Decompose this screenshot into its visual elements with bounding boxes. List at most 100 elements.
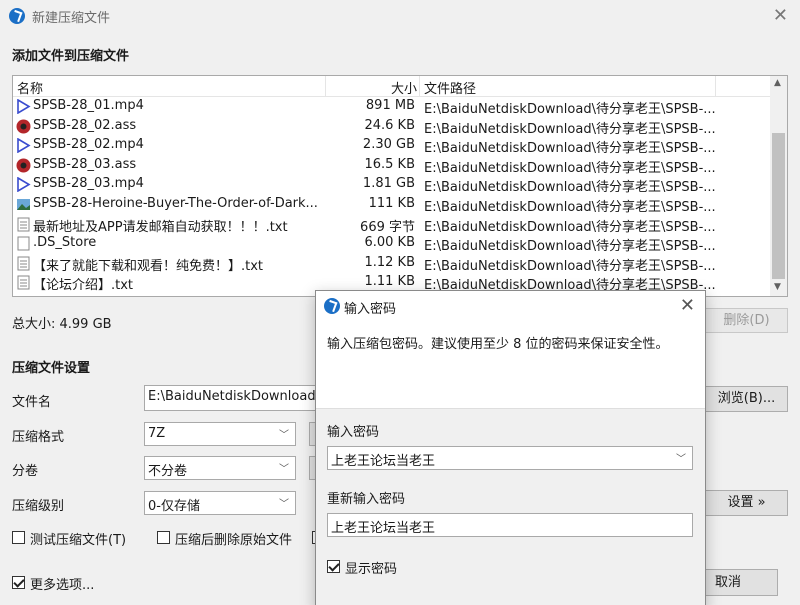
scroll-up-arrow-icon[interactable]: ▲ — [774, 78, 781, 88]
file-row[interactable]: SPSB-28_02.ass 24.6 KB E:\BaiduNetdiskDown… — [13, 117, 771, 137]
chevron-down-icon: ﹀ — [279, 464, 289, 475]
column-divider[interactable] — [325, 76, 326, 97]
password-field[interactable]: 上老王论坛当老王 ﹀ — [327, 446, 693, 470]
more-options-label: 更多选项... — [30, 578, 95, 593]
window-title: 新建压缩文件 — [32, 11, 111, 26]
file-name: SPSB-28-Heroine-Buyer-The-Order-of-Dark.… — [33, 196, 318, 211]
dialog-description-area: 输入压缩包密码。建议使用至少 8 位的密码来保证安全性。 — [316, 321, 705, 409]
file-path: E:\BaiduNetdiskDownload\待分享老王\SPSB-... — [424, 239, 716, 255]
confirm-password-field[interactable]: 上老王论坛当老王 — [327, 513, 693, 537]
volume-label: 分卷 — [12, 464, 39, 479]
file-size: 16.5 KB — [364, 156, 415, 172]
dialog-form: 输入密码 上老王论坛当老王 ﹀ 重新输入密码 上老王论坛当老王 显示密码 — [316, 409, 705, 605]
password-value: 上老王论坛当老王 — [331, 454, 436, 469]
settings-section-title: 压缩文件设置 — [12, 361, 91, 376]
window-close-button[interactable]: ✕ — [773, 5, 788, 26]
format-label: 压缩格式 — [12, 430, 65, 445]
file-name: SPSB-28_02.ass — [33, 117, 137, 133]
password-dialog: 输入密码 ✕ 输入压缩包密码。建议使用至少 8 位的密码来保证安全性。 输入密码… — [315, 290, 706, 605]
file-row[interactable]: 【来了就能下载和观看！纯免费！】.txt 1.12 KB E:\BaiduNetdi… — [13, 254, 771, 274]
file-path: E:\BaiduNetdiskDownload\待分享老王\SPSB-... — [424, 141, 716, 157]
list-header: 名称 大小 文件路径 — [13, 76, 771, 97]
format-select[interactable]: 7Z ﹀ — [144, 422, 296, 446]
column-header-path[interactable]: 文件路径 — [424, 78, 476, 97]
advanced-settings-button[interactable]: 设置 » — [705, 490, 788, 516]
file-row[interactable]: SPSB-28_03.mp4 1.81 GB E:\BaiduNetdiskDown… — [13, 175, 771, 195]
file-size: 6.00 KB — [364, 235, 415, 251]
level-select-value: 0-仅存储 — [148, 499, 200, 514]
app-logo-icon — [324, 298, 340, 314]
file-path: E:\BaiduNetdiskDownload\待分享老王\SPSB-... — [424, 160, 716, 176]
volume-select[interactable]: 不分卷 ﹀ — [144, 456, 296, 480]
dialog-title-bar: 输入密码 ✕ — [316, 291, 705, 321]
title-bar: 新建压缩文件 ✕ — [0, 0, 800, 32]
confirm-password-label: 重新输入密码 — [327, 492, 406, 507]
scrollbar-thumb[interactable] — [772, 133, 785, 279]
chevron-down-icon[interactable]: ﹀ — [676, 450, 686, 465]
more-options-checkbox[interactable] — [12, 576, 25, 589]
video-file-icon — [16, 137, 31, 154]
list-scrollbar[interactable]: ▲ ▼ — [770, 76, 787, 296]
password-label: 输入密码 — [327, 425, 380, 440]
column-divider[interactable] — [715, 76, 716, 97]
subtitle-file-icon — [16, 119, 31, 134]
text-file-icon — [16, 275, 31, 290]
chevron-down-icon: ﹀ — [279, 430, 289, 441]
file-name: .DS_Store — [33, 235, 97, 251]
delete-after-label: 压缩后删除原始文件 — [175, 533, 293, 548]
dialog-title: 输入密码 — [344, 302, 397, 317]
browse-button[interactable]: 浏览(B)... — [705, 386, 788, 412]
test-archive-checkbox[interactable] — [12, 531, 25, 544]
delete-after-checkbox[interactable] — [157, 531, 170, 544]
file-name: SPSB-28_03.ass — [33, 156, 137, 172]
filename-field[interactable]: E:\BaiduNetdiskDownload\ — [144, 385, 324, 411]
file-name: SPSB-28_01.mp4 — [33, 98, 144, 113]
file-size: 24.6 KB — [364, 117, 415, 133]
file-path: E:\BaiduNetdiskDownload\待分享老王\SPSB-... — [424, 258, 716, 274]
file-size: 891 MB — [365, 98, 415, 113]
file-path: E:\BaiduNetdiskDownload\待分享老王\SPSB-... — [424, 121, 716, 137]
file-row[interactable]: SPSB-28_02.mp4 2.30 GB E:\BaiduNetdiskDown… — [13, 136, 771, 156]
video-file-icon — [16, 98, 31, 115]
file-row[interactable]: SPSB-28_03.ass 16.5 KB E:\BaiduNetdiskDown… — [13, 156, 771, 176]
file-name: SPSB-28_03.mp4 — [33, 176, 144, 192]
file-path: E:\BaiduNetdiskDownload\待分享老王\SPSB-... — [424, 219, 716, 235]
dialog-description: 输入压缩包密码。建议使用至少 8 位的密码来保证安全性。 — [327, 337, 669, 352]
file-row[interactable]: SPSB-28-Heroine-Buyer-The-Order-of-Dark.… — [13, 195, 771, 215]
file-path: E:\BaiduNetdiskDownload\待分享老王\SPSB-... — [424, 200, 716, 215]
column-header-size[interactable]: 大小 — [391, 78, 417, 97]
text-file-icon — [16, 217, 31, 232]
image-file-icon — [16, 197, 31, 212]
format-select-value: 7Z — [148, 426, 166, 441]
column-divider[interactable] — [419, 76, 420, 97]
show-password-checkbox[interactable] — [327, 560, 340, 573]
file-name: 【论坛介绍】.txt — [33, 278, 134, 294]
level-label: 压缩级别 — [12, 499, 65, 514]
file-size: 111 KB — [368, 196, 415, 211]
dialog-close-button[interactable]: ✕ — [680, 295, 695, 316]
file-row[interactable]: 最新地址及APP请发邮箱自动获取！！！.txt 669 字节 E:\BaiduNet… — [13, 215, 771, 235]
file-size: 1.12 KB — [364, 254, 415, 270]
chevron-down-icon: ﹀ — [279, 499, 289, 510]
test-archive-label: 测试压缩文件(T) — [30, 533, 127, 548]
file-path: E:\BaiduNetdiskDownload\待分享老王\SPSB-... — [424, 180, 716, 196]
file-name: SPSB-28_02.mp4 — [33, 137, 144, 153]
file-name: 【来了就能下载和观看！纯免费！】.txt — [33, 258, 264, 274]
video-file-icon — [16, 176, 31, 193]
column-header-name[interactable]: 名称 — [17, 78, 43, 97]
app-logo-icon — [9, 8, 25, 24]
blank-file-icon — [16, 236, 31, 251]
file-row[interactable]: SPSB-28_01.mp4 891 MB E:\BaiduNetdiskDownl… — [13, 97, 771, 117]
level-select[interactable]: 0-仅存储 ﹀ — [144, 491, 296, 515]
file-size: 1.11 KB — [364, 274, 415, 290]
file-name: 最新地址及APP请发邮箱自动获取！！！.txt — [33, 219, 288, 235]
volume-select-value: 不分卷 — [148, 464, 188, 479]
text-file-icon — [16, 256, 31, 271]
files-section-title: 添加文件到压缩文件 — [12, 49, 130, 64]
show-password-label: 显示密码 — [345, 562, 398, 577]
delete-button[interactable]: 删除(D) — [705, 308, 788, 333]
file-row[interactable]: .DS_Store 6.00 KB E:\BaiduNetdiskDownload\… — [13, 234, 771, 254]
file-list[interactable]: 名称 大小 文件路径 SPSB-28_01.mp4 891 MB E:\BaiduN… — [12, 75, 788, 297]
file-path: E:\BaiduNetdiskDownload\待分享老王\SPSB-... — [424, 102, 716, 117]
scroll-down-arrow-icon[interactable]: ▼ — [774, 282, 781, 292]
